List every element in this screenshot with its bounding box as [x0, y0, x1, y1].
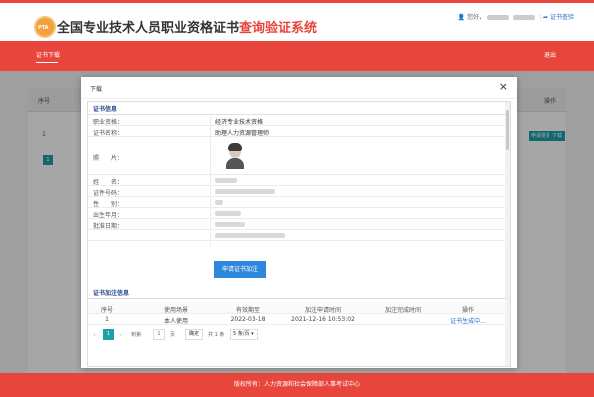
photo-hair — [228, 143, 242, 151]
user-greeting: 您好， — [467, 14, 486, 21]
cert-verify-link[interactable]: ➦ 证书查验 — [543, 14, 574, 21]
th-valid: 有效期至 — [235, 307, 260, 314]
scrollbar-thumb[interactable] — [506, 110, 509, 150]
th-done-time: 加注完成时间 — [384, 307, 421, 314]
info-row-issuer — [88, 230, 506, 241]
footer: 版权所有：人力资源和社会保障部人事考试中心 — [0, 373, 594, 397]
value-approve-date-blurred — [215, 222, 245, 227]
user-name-blurred — [487, 15, 510, 20]
download-modal: 下载 × 证书信息 职业资格： 经济专业技术资格 证书名称： 助理人力资源管理师… — [81, 77, 517, 368]
header: PTA 全国专业技术人员职业资格证书查询验证系统 👤 您好， | ➦ 证书查验 — [0, 3, 594, 41]
logout-link[interactable]: 退出 — [544, 50, 556, 59]
share-icon: ➦ — [543, 14, 549, 21]
site-title-sub: 查询验证系统 — [239, 21, 318, 36]
chevron-left-icon[interactable]: ‹ — [93, 331, 96, 339]
label-gender: 性 别： — [93, 201, 124, 208]
annotation-table-header: 序号 使用场景 有效期至 加注申请时间 加注完成时间 操作 — [88, 302, 506, 314]
td-scene: 本人使用 — [163, 318, 188, 325]
close-icon[interactable]: × — [499, 80, 508, 93]
th-op: 操作 — [461, 307, 474, 314]
value-qualification: 经济专业技术资格 — [215, 119, 264, 126]
pta-logo: PTA — [34, 16, 56, 38]
chevron-right-icon[interactable]: › — [119, 331, 122, 339]
main-nav: 证书下载 退出 — [0, 41, 594, 71]
page-size-value: 5 条/页 — [233, 331, 250, 337]
info-row-gender: 性 别： — [88, 197, 506, 208]
value-cert-name: 助理人力资源管理师 — [215, 130, 270, 137]
modal-header: 下载 × — [81, 77, 517, 99]
site-title-main: 全国专业技术人员职业资格证书 — [57, 21, 240, 36]
info-row-approve-date: 批准日期： — [88, 219, 506, 230]
th-apply-time: 加注申请时间 — [304, 307, 341, 314]
info-row-id-number: 证件号码： — [88, 186, 506, 197]
tab-underline — [36, 62, 58, 63]
value-issuer-blurred — [215, 233, 285, 238]
cert-verify-label: 证书查验 — [549, 14, 574, 21]
info-row-name: 姓 名： — [88, 175, 506, 186]
user-icon: 👤 — [457, 14, 466, 21]
info-row-cert-name: 证书名称： 助理人力资源管理师 — [88, 126, 506, 137]
th-num: 序号 — [100, 307, 113, 314]
site-title: 全国专业技术人员职业资格证书查询验证系统 — [57, 17, 317, 36]
td-valid: 2022-03-18 — [230, 316, 266, 323]
id-photo — [224, 143, 246, 169]
page-unit: 页 — [170, 332, 176, 338]
goto-page-input[interactable]: 1 — [153, 329, 165, 340]
user-box: 👤 您好， | ➦ 证书查验 — [457, 14, 574, 21]
label-birth: 出生年月： — [93, 212, 124, 219]
label-id-number: 证件号码： — [93, 190, 124, 197]
chevron-down-icon: ▾ — [251, 331, 254, 337]
user-id-blurred — [513, 15, 536, 20]
info-row-qualification: 职业资格： 经济专业技术资格 — [88, 115, 506, 126]
cert-generating-link[interactable]: 证书生成中... — [448, 316, 488, 325]
value-name-blurred — [215, 178, 237, 183]
label-name: 姓 名： — [93, 179, 124, 186]
label-cert-name: 证书名称： — [93, 130, 124, 137]
th-scene: 使用场景 — [163, 307, 188, 314]
total-count: 共 1 条 — [208, 332, 225, 338]
goto-label: 到第 — [131, 332, 142, 338]
goto-confirm-button[interactable]: 确定 — [185, 329, 204, 340]
value-gender-blurred — [215, 200, 223, 205]
tab-cert-download[interactable]: 证书下载 — [36, 50, 60, 59]
value-birth-blurred — [215, 211, 241, 216]
modal-body: 证书信息 职业资格： 经济专业技术资格 证书名称： 助理人力资源管理师 照 片：… — [87, 101, 511, 367]
label-photo: 照 片： — [93, 155, 124, 162]
annotation-info-title: 证书加注信息 — [88, 288, 506, 299]
table-row: 1 本人使用 2022-03-18 2021-12-16 10:53:02 证书… — [88, 314, 506, 325]
info-row-photo: 照 片： — [88, 137, 506, 175]
apply-annotation-button[interactable]: 申请证书加注 — [214, 261, 266, 278]
td-num: 1 — [105, 316, 109, 323]
modal-title: 下载 — [90, 86, 103, 93]
info-row-birth: 出生年月： — [88, 208, 506, 219]
label-qualification: 职业资格： — [93, 119, 124, 126]
logo-text: PTA — [38, 25, 49, 31]
label-approve-date: 批准日期： — [93, 223, 124, 230]
cert-info-title: 证书信息 — [88, 104, 506, 115]
photo-body — [226, 158, 244, 169]
td-apply-time: 2021-12-16 10:53:02 — [291, 316, 355, 323]
page-current[interactable]: 1 — [103, 329, 114, 340]
value-id-number-blurred — [215, 189, 275, 194]
page-size-select[interactable]: 5 条/页 ▾ — [230, 329, 258, 340]
